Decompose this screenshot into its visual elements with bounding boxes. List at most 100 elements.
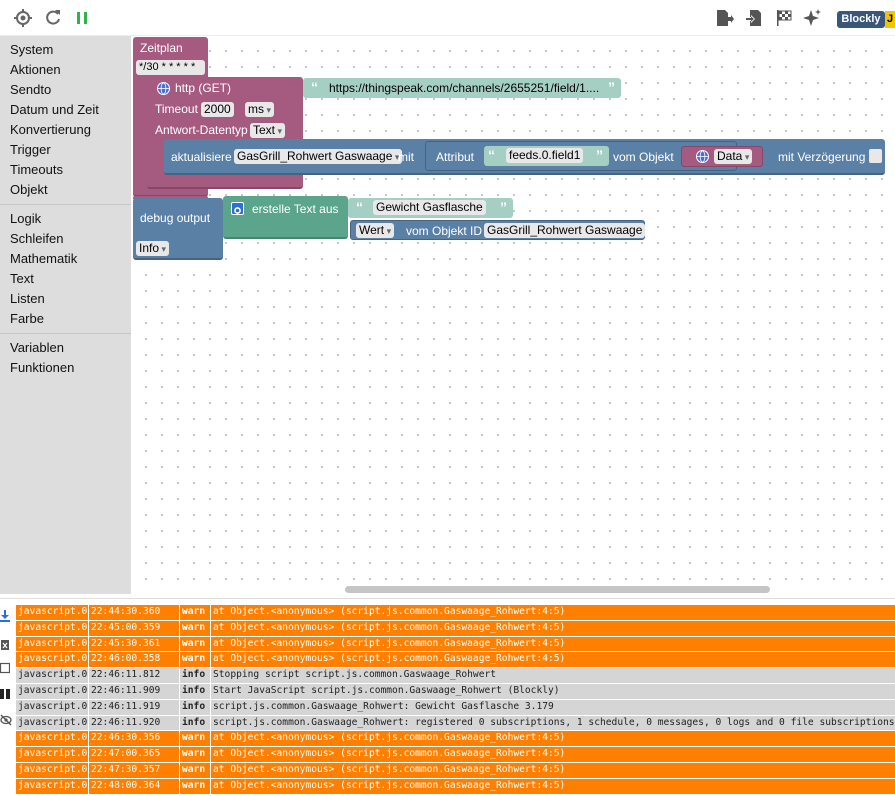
log-message: at Object.<anonymous> (script.js.common.… [213,653,566,665]
timeout-unit-select[interactable]: ms [245,102,275,117]
clear-log-icon[interactable] [0,637,10,650]
sidebar-separator [0,333,131,334]
checkered-flag-icon[interactable] [774,8,794,28]
log-row[interactable]: javascript.0 22:44:30.360 warn at Object.<a… [16,605,895,621]
data-block[interactable]: Data [681,146,763,167]
category-sidebar: System Aktionen Sendto Datum und Zeit Ko… [0,36,131,594]
response-type-select[interactable]: Text [250,123,286,138]
timeout-input[interactable]: 2000 [201,102,234,117]
quote-close-icon: ” [608,79,615,95]
blockly-badge: Blockly [837,11,885,28]
horizontal-scrollbar[interactable] [345,586,770,593]
category-color[interactable]: Farbe [10,311,44,326]
schedule-title: Zeitplan [140,41,183,55]
target-icon[interactable] [13,8,33,28]
log-source: javascript.0 [16,731,89,747]
log-source: javascript.0 [16,762,89,778]
log-time: 22:46:11.920 [89,715,180,731]
pause-icon[interactable] [73,8,93,28]
category-conversion[interactable]: Konvertierung [10,122,91,137]
timeout-label: Timeout [155,102,198,116]
blockly-workspace[interactable]: Zeitplan */30 * * * * * http (GET) Timeo… [131,36,895,594]
log-level: info [180,715,211,731]
category-logic[interactable]: Logik [10,211,41,226]
category-trigger[interactable]: Trigger [10,142,51,157]
log-row[interactable]: javascript.0 22:45:00.359 warn at Object.<a… [16,620,895,637]
value-select[interactable]: Wert [356,223,395,238]
url-text[interactable]: https://thingspeak.com/channels/2655251/… [329,81,599,95]
log-row[interactable]: javascript.0 22:46:11.919 info script.js.co… [16,699,895,716]
create-text-block[interactable]: erstelle Text aus [223,196,348,239]
category-variables[interactable]: Variablen [10,340,64,355]
log-message: script.js.common.Gaswaage_Rohwert: regis… [213,716,895,728]
category-system[interactable]: System [10,42,53,57]
log-panel: javascript.0 22:44:30.360 warn at Object.<a… [0,598,895,795]
category-functions[interactable]: Funktionen [10,360,74,375]
category-timeouts[interactable]: Timeouts [10,162,63,177]
sidebar-separator [0,204,131,205]
url-text-block[interactable]: “ https://thingspeak.com/channels/265525… [303,78,621,98]
globe-icon [696,150,709,163]
quote-open-icon: “ [356,199,363,215]
log-row[interactable]: javascript.0 22:46:11.920 info script.js.co… [16,715,895,732]
log-row[interactable]: javascript.0 22:47:00.365 warn at Object.<a… [16,747,895,763]
value-from-object-block[interactable]: Wert vom Objekt ID GasGrill_Rohwert Gasw… [350,220,646,240]
eye-off-icon[interactable] [0,713,12,726]
globe-icon [157,82,170,95]
log-row[interactable]: javascript.0 22:46:30.356 warn at Object.<a… [16,731,895,748]
gear-icon[interactable] [231,202,244,215]
refresh-icon[interactable] [43,8,63,28]
log-row[interactable]: javascript.0 22:45:30.361 warn at Object.<a… [16,636,895,653]
log-level: warn [180,620,211,636]
import-icon[interactable] [744,8,764,28]
update-object-select[interactable]: GasGrill_Rohwert Gaswaage [234,149,403,164]
log-row[interactable]: javascript.0 22:46:11.812 info Stopping scr… [16,668,895,684]
download-icon[interactable] [0,609,10,622]
log-message: Start JavaScript script.js.common.Gaswaa… [213,684,560,696]
delay-checkbox[interactable] [869,149,882,163]
log-message: at Object.<anonymous> (script.js.common.… [213,779,566,791]
category-object[interactable]: Objekt [10,182,48,197]
debug-output-block[interactable]: debug output Info [133,198,223,260]
log-row[interactable]: javascript.0 22:48:00.364 warn at Object.<a… [16,778,895,795]
category-math[interactable]: Mathematik [10,251,77,266]
category-text[interactable]: Text [10,271,34,286]
columns-icon[interactable] [0,687,10,699]
from-object-label: vom Objekt [613,150,674,164]
log-message: at Object.<anonymous> (script.js.common.… [213,732,566,744]
category-lists[interactable]: Listen [10,291,45,306]
category-actions[interactable]: Aktionen [10,62,61,77]
text-item-block[interactable]: “ Gewicht Gasflasche ” [348,198,513,218]
category-sendto[interactable]: Sendto [10,82,51,97]
text-item-value[interactable]: Gewicht Gasflasche [373,200,486,215]
export-icon[interactable] [714,8,734,28]
attribute-text[interactable]: feeds.0.field1 [506,148,584,163]
sparkle-icon[interactable] [802,8,822,28]
log-level: warn [180,652,211,668]
log-row[interactable]: javascript.0 22:47:30.357 warn at Object.<a… [16,762,895,779]
log-source: javascript.0 [16,699,89,715]
cron-field[interactable]: */30 * * * * * [136,60,205,75]
log-source: javascript.0 [16,620,89,636]
window-icon[interactable] [0,661,11,674]
log-row[interactable]: javascript.0 22:46:11.909 info Start JavaSc… [16,683,895,700]
log-source: javascript.0 [16,747,89,762]
log-level-select[interactable]: Info [136,241,170,256]
log-message: script.js.common.Gaswaage_Rohwert: Gewic… [213,700,554,712]
category-date-time[interactable]: Datum und Zeit [10,102,99,117]
log-time: 22:46:11.909 [89,683,180,699]
update-label: aktualisiere [171,150,232,164]
log-source: javascript.0 [16,683,89,699]
delay-label: mit Verzögerung [778,150,866,164]
data-select[interactable]: Data [714,149,753,164]
category-loops[interactable]: Schleifen [10,231,63,246]
log-source: javascript.0 [16,636,89,652]
log-row[interactable]: javascript.0 22:46:00.358 warn at Object.<a… [16,652,895,669]
log-level: warn [180,605,211,620]
object-id-value[interactable]: GasGrill_Rohwert Gaswaage [484,223,646,238]
attribute-text-block[interactable]: “ feeds.0.field1 ” [484,146,609,166]
log-message: at Object.<anonymous> (script.js.common.… [213,763,566,775]
log-toolbar [0,599,14,796]
log-time: 22:46:00.358 [89,652,180,668]
quote-open-icon: “ [488,147,495,163]
